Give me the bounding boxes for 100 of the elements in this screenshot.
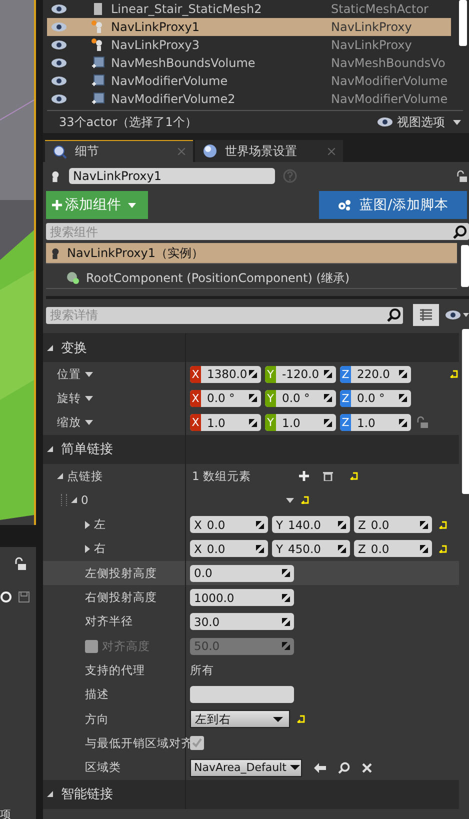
drag-icon (420, 520, 428, 529)
actor-name: NavModifierVolume2 (111, 92, 236, 106)
eye-icon[interactable] (51, 22, 67, 32)
actor-name-field[interactable]: NavLinkProxy1 (69, 168, 275, 184)
drag-icon (249, 418, 257, 427)
number-field[interactable]: X 0.0 ° (190, 390, 261, 407)
number-field[interactable]: Z 0.0 ° (340, 390, 411, 407)
number-field[interactable]: Z 0.0 (354, 540, 432, 558)
component-row[interactable]: NavLinkProxy1（实例） (46, 243, 457, 264)
component-search-field[interactable]: 搜索组件 (46, 223, 469, 240)
reset-icon[interactable] (349, 472, 359, 480)
reset-icon[interactable] (438, 544, 448, 553)
details-search-field[interactable]: 搜索详情 (46, 306, 403, 324)
section-header[interactable]: 简单链接 (43, 434, 459, 464)
actor-type: NavModifierVolume (331, 74, 448, 88)
property-label: 左侧投射高度 (85, 566, 157, 581)
eye-icon[interactable] (51, 58, 67, 68)
circle-icon[interactable] (0, 591, 12, 603)
drag-icon (420, 544, 428, 553)
actor-type: StaticMeshActor (331, 2, 428, 16)
reset-icon[interactable] (300, 496, 310, 504)
lock-icon[interactable] (456, 170, 467, 182)
text-field[interactable] (190, 686, 294, 704)
number-field[interactable]: Z 0.0 (354, 516, 432, 534)
gears-icon (338, 199, 352, 211)
globe-icon (203, 144, 217, 158)
figure-icon (91, 38, 105, 52)
number-field[interactable]: Z 220.0 (340, 366, 411, 383)
expand-arrow[interactable] (85, 520, 90, 529)
section-header[interactable]: 智能链接 (43, 780, 459, 809)
caret-icon[interactable] (85, 396, 93, 401)
tab[interactable]: 细节 (45, 140, 193, 162)
number-field[interactable]: Y 140.0 (272, 516, 350, 534)
drag-icon (338, 520, 346, 529)
number-field[interactable]: Y 450.0 (272, 540, 350, 558)
trash-icon[interactable] (323, 471, 333, 482)
reset-icon[interactable] (296, 715, 306, 723)
caret-icon[interactable] (286, 498, 294, 503)
blueprint-button[interactable]: 蓝图/添加脚本 (319, 191, 467, 219)
grid-icon (419, 308, 433, 322)
outliner-row[interactable]: NavMeshBoundsVolume NavMeshBoundsVo (47, 54, 451, 72)
reset-icon[interactable] (449, 370, 459, 378)
dropdown[interactable]: 左到右 (190, 710, 290, 728)
eye-icon[interactable] (51, 94, 67, 104)
property-value: 所有 (190, 662, 214, 678)
drag-handle[interactable] (61, 494, 67, 506)
actor-type: NavModifierVolume (331, 92, 448, 106)
actor-type: NavLinkProxy (331, 38, 412, 52)
tab[interactable]: 世界场景设置 (195, 140, 343, 162)
number-field[interactable]: Y -120.0 (265, 366, 336, 383)
actor-count: 33个actor（选择了1个） (59, 114, 197, 130)
tab-label: 世界场景设置 (225, 142, 297, 160)
scrollbar-thumb[interactable] (461, 245, 469, 287)
caret-icon[interactable] (85, 420, 93, 426)
search-icon[interactable] (338, 762, 350, 774)
number-field[interactable]: Z 1.0 (340, 414, 411, 432)
component-row[interactable]: RootComponent (PositionComponent) (继承) (46, 268, 457, 289)
number-field[interactable]: X 1380.0 (190, 366, 261, 383)
number-field[interactable]: X 0.0 (190, 516, 268, 534)
outliner-row[interactable]: NavLinkProxy1 NavLinkProxy (47, 18, 451, 36)
component-label: NavLinkProxy1（实例） (67, 244, 204, 262)
outliner-row[interactable]: NavLinkProxy3 NavLinkProxy (47, 36, 451, 54)
number-field[interactable]: 1000.0 (190, 589, 294, 606)
view-options-button[interactable]: 视图选项 (377, 114, 461, 130)
arrow-left-icon[interactable] (314, 762, 326, 773)
actor-name: NavModifierVolume (111, 74, 229, 88)
eye-icon[interactable] (51, 76, 67, 86)
eye-icon[interactable] (51, 40, 67, 50)
scrollbar-thumb[interactable] (459, 0, 467, 46)
number-field[interactable]: X 0.0 (190, 540, 268, 558)
number-field[interactable]: 30.0 (190, 613, 294, 630)
number-field[interactable]: X 1.0 (190, 414, 261, 432)
expand-arrow[interactable] (57, 473, 63, 480)
drag-icon (282, 642, 290, 650)
drag-icon (256, 544, 264, 553)
scrollbar-thumb[interactable] (462, 329, 469, 494)
outliner-row[interactable]: NavModifierVolume2 NavModifierVolume (47, 90, 451, 108)
section-header[interactable]: 变换 (43, 333, 459, 362)
reset-icon[interactable] (438, 520, 448, 529)
class-dropdown[interactable]: NavArea_Default (190, 758, 302, 777)
number-field[interactable]: Y 0.0 ° (265, 390, 336, 407)
outliner-row[interactable]: Linear_Stair_StaticMesh2 StaticMeshActor (47, 0, 451, 18)
drag-icon (324, 370, 332, 378)
property-label: 缩放 (57, 415, 81, 430)
number-field[interactable]: Y 1.0 (265, 414, 336, 432)
property-label: 旋转 (57, 390, 81, 406)
outliner-row[interactable]: NavModifierVolume NavModifierVolume (47, 72, 451, 90)
expand-arrow[interactable] (85, 544, 90, 553)
property-matrix-button[interactable] (413, 304, 439, 326)
caret-icon[interactable] (85, 372, 93, 377)
tab-label: 细节 (75, 143, 99, 160)
eye-icon[interactable] (445, 310, 469, 320)
number-field[interactable]: 0.0 (190, 564, 294, 582)
eye-icon[interactable] (51, 4, 67, 14)
actor-type: NavMeshBoundsVo (331, 56, 446, 70)
save-icon[interactable] (18, 591, 30, 603)
lock-icon[interactable] (14, 557, 26, 571)
property-label: 右 (94, 541, 106, 556)
expand-arrow[interactable] (71, 497, 77, 504)
plus-icon[interactable] (299, 471, 309, 482)
